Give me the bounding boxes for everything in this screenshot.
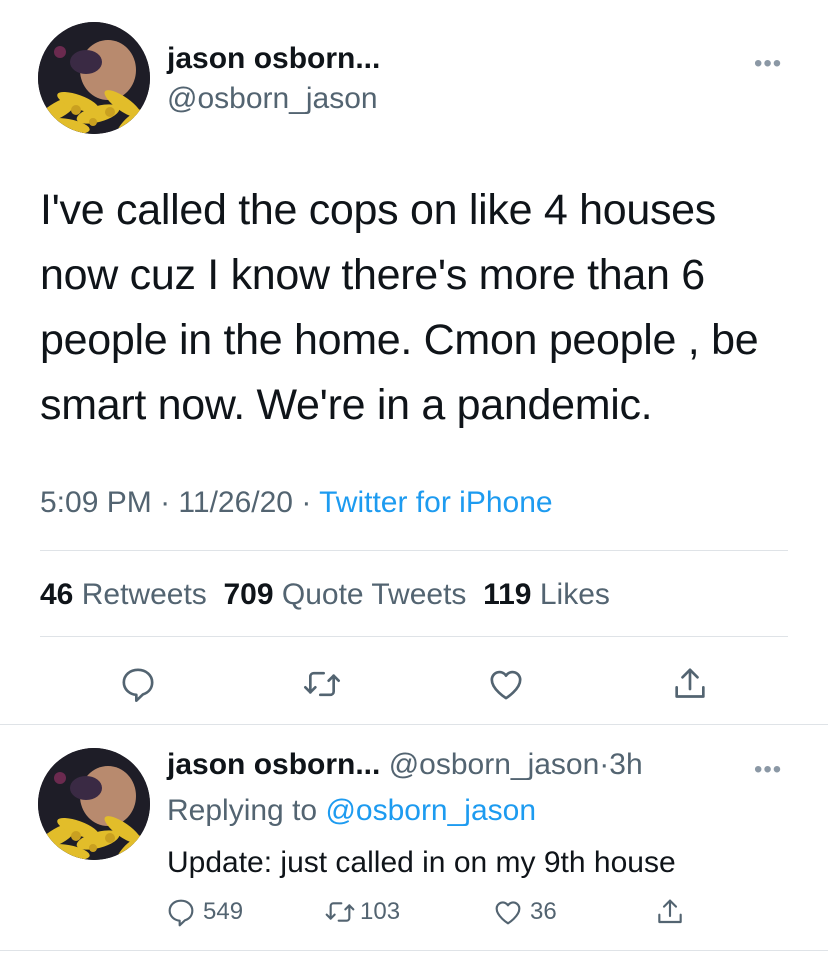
retweet-count: 103 bbox=[360, 898, 401, 925]
reply-more-options-icon[interactable]: ••• bbox=[754, 758, 782, 782]
reply-author-handle[interactable]: @osborn_jason bbox=[389, 748, 600, 781]
tweet-stats: 46 Retweets 709 Quote Tweets 119 Likes bbox=[40, 578, 610, 612]
reply-author-name[interactable]: jason osborn... bbox=[167, 748, 380, 781]
reply-count: 549 bbox=[203, 898, 244, 925]
share-icon bbox=[675, 668, 705, 698]
author-handle[interactable]: @osborn_jason bbox=[167, 82, 378, 116]
tweet-text: I've called the cops on like 4 houses no… bbox=[40, 178, 810, 438]
retweet-icon bbox=[325, 902, 355, 922]
quotes-count: 709 bbox=[223, 578, 274, 611]
tweet-text-line: now cuz I know there's more than 6 bbox=[40, 251, 705, 299]
section-divider bbox=[0, 724, 828, 725]
meta-separator: · bbox=[160, 486, 171, 519]
tweet-date[interactable]: 11/26/20 bbox=[178, 486, 293, 519]
reply-button[interactable] bbox=[110, 660, 166, 708]
reply-time[interactable]: 3h bbox=[609, 748, 642, 781]
replying-to-handle[interactable]: @osborn_jason bbox=[325, 794, 536, 827]
likes-count: 119 bbox=[483, 578, 532, 611]
like-button[interactable] bbox=[478, 660, 534, 708]
reply-retweet-button[interactable]: 103 bbox=[324, 896, 400, 928]
reply-icon bbox=[122, 668, 154, 702]
author-name[interactable]: jason osborn... bbox=[167, 42, 380, 76]
divider bbox=[40, 550, 788, 551]
tweet-source[interactable]: Twitter for iPhone bbox=[319, 486, 552, 519]
share-icon bbox=[658, 899, 682, 924]
quotes-stat[interactable]: 709 Quote Tweets bbox=[223, 578, 466, 611]
avatar-image bbox=[38, 22, 150, 134]
retweets-count: 46 bbox=[40, 578, 74, 611]
tweet-text-line: smart now. We're in a pandemic. bbox=[40, 381, 653, 429]
replying-to: Replying to @osborn_jason bbox=[167, 794, 536, 828]
more-options-icon[interactable]: ••• bbox=[754, 52, 782, 76]
quotes-label: Quote Tweets bbox=[281, 578, 467, 611]
reply-share-button[interactable] bbox=[654, 896, 686, 933]
tweet-text-line: people in the home. Cmon people , be bbox=[40, 316, 759, 364]
reply-text: Update: just called in on my 9th house bbox=[167, 846, 676, 879]
reply-header: jason osborn... @osborn_jason·3h bbox=[167, 748, 643, 782]
tweet-time[interactable]: 5:09 PM bbox=[40, 486, 152, 519]
retweets-stat[interactable]: 46 Retweets bbox=[40, 578, 207, 611]
avatar[interactable] bbox=[38, 22, 150, 134]
reply-like-button[interactable]: 36 bbox=[492, 896, 557, 928]
like-icon bbox=[495, 901, 521, 925]
tweet-meta: 5:09 PM · 11/26/20 · Twitter for iPhone bbox=[40, 486, 553, 520]
divider bbox=[40, 636, 788, 637]
likes-label: Likes bbox=[539, 578, 610, 611]
meta-separator: · bbox=[599, 748, 610, 781]
tweet-text-line: I've called the cops on like 4 houses bbox=[40, 186, 716, 234]
reply-icon bbox=[168, 899, 194, 927]
reply-reply-button[interactable]: 549 bbox=[165, 896, 243, 928]
like-icon bbox=[490, 670, 522, 700]
reply-avatar[interactable] bbox=[38, 748, 150, 860]
likes-stat[interactable]: 119 Likes bbox=[483, 578, 610, 611]
avatar-image bbox=[38, 748, 150, 860]
retweets-label: Retweets bbox=[81, 578, 207, 611]
like-count: 36 bbox=[530, 898, 557, 925]
retweet-icon bbox=[304, 671, 340, 697]
meta-separator: · bbox=[301, 486, 312, 519]
retweet-button[interactable] bbox=[294, 660, 350, 708]
bottom-divider bbox=[0, 950, 828, 951]
replying-to-prefix: Replying to bbox=[167, 794, 318, 827]
share-button[interactable] bbox=[662, 660, 718, 708]
